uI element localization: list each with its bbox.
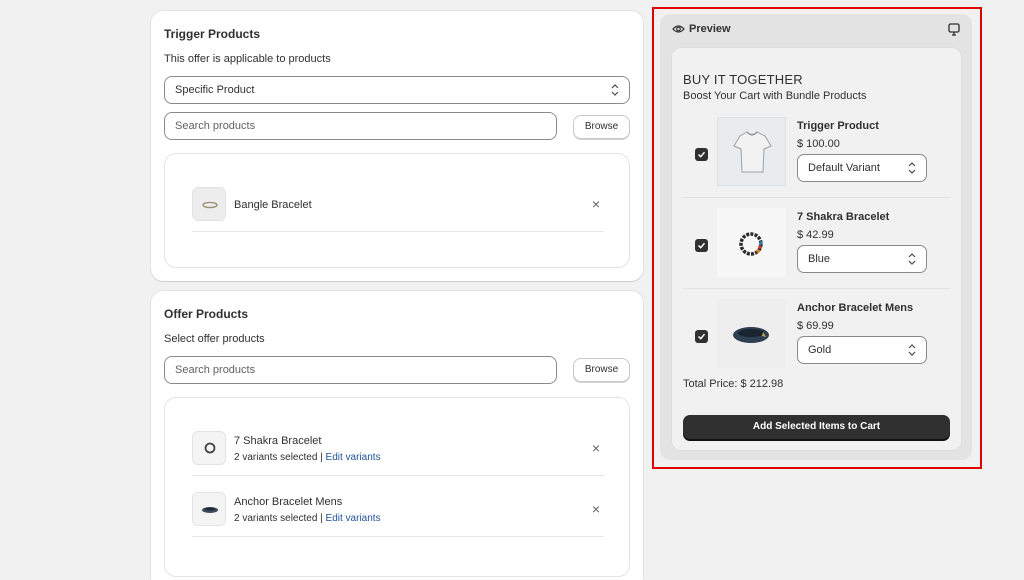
list-item: 7 Shakra Bracelet 2 variants selected | … [192, 431, 604, 476]
product-scope-select[interactable]: Specific Product [164, 76, 630, 104]
trigger-products-card: Trigger Products This offer is applicabl… [151, 11, 643, 281]
checkmark-icon [697, 333, 706, 340]
bundle-subheading: Boost Your Cart with Bundle Products [683, 90, 867, 102]
shakra-bracelet-thumbnail [192, 431, 226, 465]
preview-label: Preview [689, 23, 731, 35]
shakra-bracelet-image [717, 208, 786, 277]
anchor-bracelet-image [717, 299, 786, 368]
product-scope-value: Specific Product [175, 84, 255, 96]
trigger-browse-button[interactable]: Browse [573, 115, 630, 139]
variant-select[interactable]: Blue [797, 245, 927, 273]
offer-browse-button[interactable]: Browse [573, 358, 630, 382]
trigger-search-input[interactable]: Search products [164, 112, 557, 140]
list-item: Bangle Bracelet × [192, 187, 604, 232]
offer-search-input[interactable]: Search products [164, 356, 557, 384]
add-to-cart-button[interactable]: Add Selected Items to Cart [683, 415, 950, 439]
offer-item-meta: 2 variants selected | Edit variants [234, 452, 381, 463]
bundle-item: 7 Shakra Bracelet $ 42.99 Blue [683, 199, 950, 289]
checkmark-icon [697, 242, 706, 249]
offer-products-card: Offer Products Select offer products Sea… [151, 291, 643, 580]
offer-item-name: 7 Shakra Bracelet [234, 435, 322, 447]
item-checkbox[interactable] [695, 330, 708, 343]
bundle-item-price: $ 42.99 [797, 229, 834, 241]
close-icon[interactable]: × [588, 196, 604, 212]
bundle-widget: BUY IT TOGETHER Boost Your Cart with Bun… [671, 47, 962, 451]
variants-count: 2 variants selected | [234, 452, 323, 463]
variant-select[interactable]: Gold [797, 336, 927, 364]
anchor-bracelet-thumbnail [192, 492, 226, 526]
bundle-item-name: 7 Shakra Bracelet [797, 211, 890, 223]
trigger-products-title: Trigger Products [164, 27, 261, 41]
bundle-item-price: $ 100.00 [797, 138, 840, 150]
select-chevron-icon [611, 84, 619, 96]
close-icon[interactable]: × [588, 501, 604, 517]
trigger-products-subtitle: This offer is applicable to products [164, 53, 331, 65]
trigger-search-placeholder: Search products [175, 120, 256, 132]
select-chevron-icon [908, 162, 916, 174]
variants-count: 2 variants selected | [234, 513, 323, 524]
edit-variants-link[interactable]: Edit variants [326, 452, 381, 463]
offer-products-title: Offer Products [164, 307, 249, 321]
eye-icon [672, 25, 685, 33]
variant-value: Default Variant [808, 162, 880, 174]
close-icon[interactable]: × [588, 440, 604, 456]
tshirt-product-image [717, 117, 786, 186]
bangle-bracelet-thumbnail [192, 187, 226, 221]
preview-panel: Preview BUY IT TOGETHER Boost Your Cart … [660, 14, 972, 460]
item-checkbox[interactable] [695, 239, 708, 252]
select-chevron-icon [908, 344, 916, 356]
variant-value: Blue [808, 253, 831, 265]
trigger-item-name: Bangle Bracelet [234, 199, 312, 211]
bundle-item-name: Anchor Bracelet Mens [797, 302, 914, 314]
offer-item-meta: 2 variants selected | Edit variants [234, 513, 381, 524]
total-price: Total Price: $ 212.98 [683, 378, 784, 390]
trigger-product-list: Bangle Bracelet × [164, 153, 630, 268]
bundle-item: Trigger Product $ 100.00 Default Variant [683, 108, 950, 198]
list-item: Anchor Bracelet Mens 2 variants selected… [192, 492, 604, 537]
item-checkbox[interactable] [695, 148, 708, 161]
variant-select[interactable]: Default Variant [797, 154, 927, 182]
offer-products-subtitle: Select offer products [164, 333, 265, 345]
preview-header: Preview [672, 23, 731, 35]
bundle-heading: BUY IT TOGETHER [683, 72, 803, 87]
select-chevron-icon [908, 253, 916, 265]
checkmark-icon [697, 151, 706, 158]
offer-item-name: Anchor Bracelet Mens [234, 496, 343, 508]
bundle-item: Anchor Bracelet Mens $ 69.99 Gold [683, 290, 950, 380]
offer-search-placeholder: Search products [175, 364, 256, 376]
variant-value: Gold [808, 344, 832, 356]
bundle-item-name: Trigger Product [797, 120, 879, 132]
offer-product-list: 7 Shakra Bracelet 2 variants selected | … [164, 397, 630, 577]
edit-variants-link[interactable]: Edit variants [326, 513, 381, 524]
desktop-icon[interactable] [948, 23, 960, 37]
bundle-item-price: $ 69.99 [797, 320, 834, 332]
